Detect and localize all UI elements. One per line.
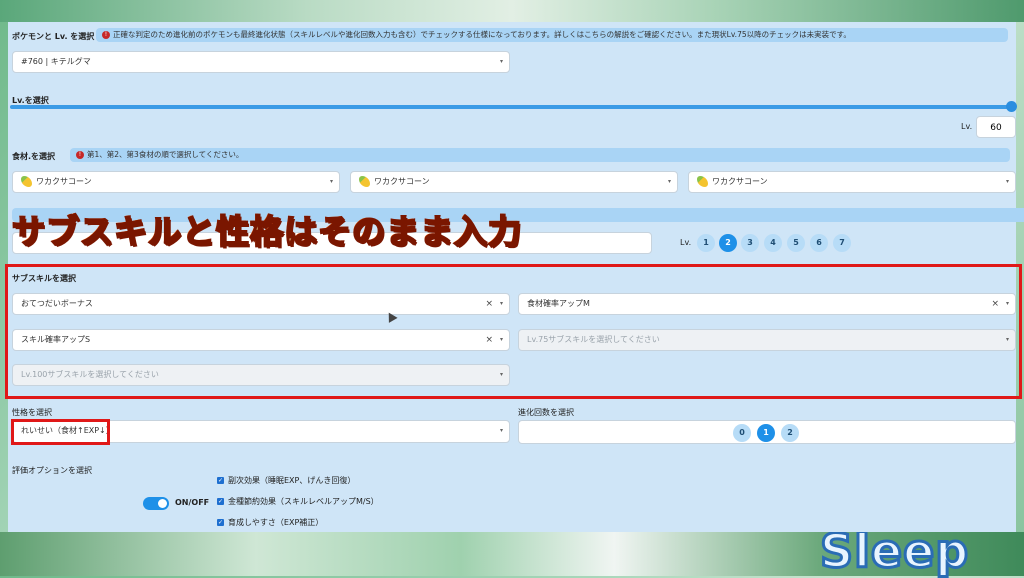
nature-highlight-box	[11, 419, 110, 445]
subskill-4-placeholder: Lv.75サブスキルを選択してください	[527, 335, 660, 344]
option-2-label: 金種節約効果（スキルレベルアップM/S）	[228, 497, 379, 506]
clear-icon[interactable]: ×	[485, 330, 493, 350]
ingredients-label: 食材.を選択	[12, 152, 56, 161]
evolution-label: 進化回数を選択	[518, 408, 574, 417]
pokemon-select-value: #760 | キテルグマ	[21, 57, 91, 66]
chevron-down-icon: ▾	[499, 427, 503, 434]
skill-level-3[interactable]: 3	[741, 234, 759, 252]
alert-icon: !	[102, 31, 110, 39]
evolution-1[interactable]: 1	[757, 424, 775, 442]
evolution-2[interactable]: 2	[781, 424, 799, 442]
ingredient-3-value: ワカクサコーン	[712, 177, 768, 186]
corn-icon	[359, 176, 370, 187]
options-label: 評価オプションを選択	[12, 466, 92, 475]
ingredient-2-value: ワカクサコーン	[374, 177, 430, 186]
chevron-down-icon: ▾	[667, 178, 671, 185]
subskill-2-value: 食材確率アップM	[527, 299, 590, 308]
overlay-caption: サブスキルと性格はそのまま入力	[11, 211, 522, 252]
ingredient-select-3[interactable]: ワカクサコーン ▾	[688, 171, 1016, 193]
chevron-down-icon: ▾	[1005, 336, 1009, 343]
skill-level-prefix: Lv.	[680, 238, 692, 247]
corn-icon	[21, 176, 32, 187]
chevron-down-icon: ▾	[1005, 300, 1009, 307]
background-top	[0, 0, 1024, 22]
clear-icon[interactable]: ×	[991, 294, 999, 314]
chevron-down-icon: ▾	[499, 371, 503, 378]
background-logo: Sleep	[818, 523, 970, 578]
subskill-select-4[interactable]: Lv.75サブスキルを選択してください ▾	[518, 329, 1016, 351]
subskill-select-1[interactable]: おてつだいボーナス × ▾	[12, 293, 510, 315]
chevron-down-icon: ▾	[499, 336, 503, 343]
option-check-2[interactable]: ✓ 金種節約効果（スキルレベルアップM/S）	[217, 497, 379, 507]
subskill-select-2[interactable]: 食材確率アップM × ▾	[518, 293, 1016, 315]
skill-level-6[interactable]: 6	[810, 234, 828, 252]
clear-icon[interactable]: ×	[485, 294, 493, 314]
level-slider-track[interactable]	[10, 105, 1008, 109]
option-3-label: 育成しやすさ（EXP補正）	[228, 518, 324, 527]
subskill-1-value: おてつだいボーナス	[21, 299, 93, 308]
subskills-label: サブスキルを選択	[12, 274, 76, 283]
subskill-select-5[interactable]: Lv.100サブスキルを選択してください ▾	[12, 364, 510, 386]
checkbox-icon: ✓	[217, 477, 224, 484]
option-check-1[interactable]: ✓ 副次効果（睡眠EXP、げんき回復）	[217, 476, 355, 486]
nature-label: 性格を選択	[12, 408, 52, 417]
skill-level-7[interactable]: 7	[833, 234, 851, 252]
chevron-down-icon: ▾	[329, 178, 333, 185]
level-input[interactable]: 60	[976, 116, 1016, 138]
options-toggle[interactable]	[143, 497, 169, 510]
alert-icon: !	[76, 151, 84, 159]
toggle-label: ON/OFF	[175, 498, 210, 507]
skill-level-2[interactable]: 2	[719, 234, 737, 252]
skill-level-4[interactable]: 4	[764, 234, 782, 252]
skill-level-1[interactable]: 1	[697, 234, 715, 252]
checkbox-icon: ✓	[217, 519, 224, 526]
corn-icon	[697, 176, 708, 187]
level-input-prefix: Lv.	[961, 122, 973, 131]
chevron-down-icon: ▾	[499, 300, 503, 307]
evolution-0[interactable]: 0	[733, 424, 751, 442]
ingredients-note-text: 第1、第2、第3食材の順で選択してください。	[87, 150, 244, 159]
ingredient-select-1[interactable]: ワカクサコーン ▾	[12, 171, 340, 193]
chevron-down-icon: ▾	[499, 58, 503, 65]
pokemon-note: ! 正確な判定のため進化前のポケモンも最終進化状態（スキルレベルや進化回数入力も含…	[96, 28, 1008, 42]
subskill-5-placeholder: Lv.100サブスキルを選択してください	[21, 370, 159, 379]
ingredient-select-2[interactable]: ワカクサコーン ▾	[350, 171, 678, 193]
ingredients-note: ! 第1、第2、第3食材の順で選択してください。	[70, 148, 1010, 162]
subskill-3-value: スキル確率アップS	[21, 335, 91, 344]
subskill-select-3[interactable]: スキル確率アップS × ▾	[12, 329, 510, 351]
ingredient-1-value: ワカクサコーン	[36, 177, 92, 186]
skill-level-5[interactable]: 5	[787, 234, 805, 252]
pokemon-note-text: 正確な判定のため進化前のポケモンも最終進化状態（スキルレベルや進化回数入力も含む…	[113, 30, 851, 39]
chevron-down-icon: ▾	[1005, 178, 1009, 185]
level-slider-thumb[interactable]	[1006, 101, 1017, 112]
pokemon-label: ポケモンと Lv. を選択	[12, 32, 95, 41]
option-1-label: 副次効果（睡眠EXP、げんき回復）	[228, 476, 356, 485]
pokemon-select[interactable]: #760 | キテルグマ ▾	[12, 51, 510, 73]
checkbox-icon: ✓	[217, 498, 224, 505]
option-check-3[interactable]: ✓ 育成しやすさ（EXP補正）	[217, 518, 323, 528]
